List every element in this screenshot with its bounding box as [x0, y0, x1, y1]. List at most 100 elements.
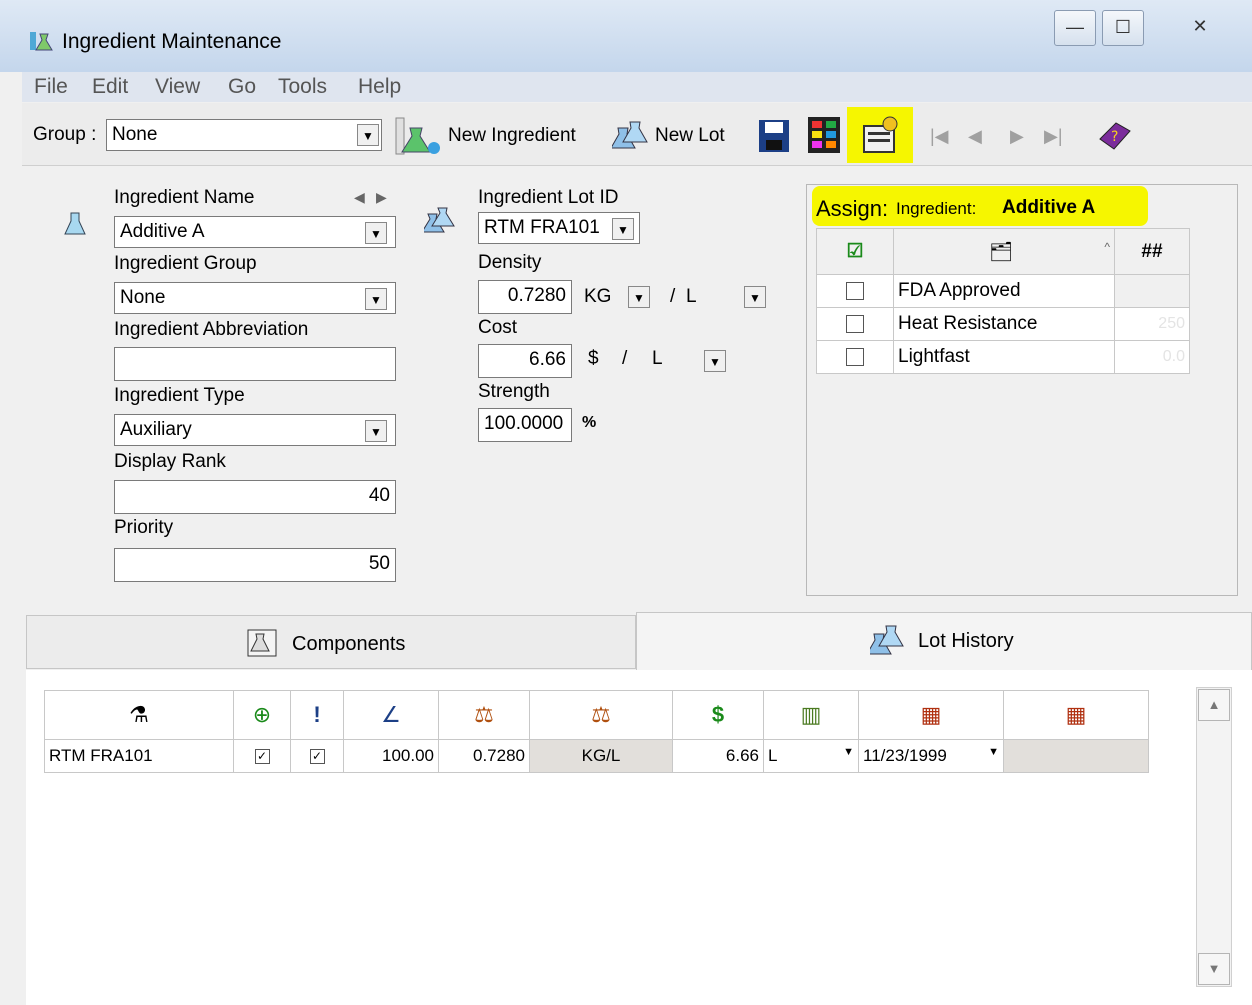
cost-slash: /	[622, 348, 628, 369]
group-select[interactable]: None	[106, 119, 382, 151]
property-column-header[interactable]: 🗂 ^	[893, 228, 1115, 275]
chevron-down-icon[interactable]: ▼	[744, 286, 766, 308]
density-input[interactable]: 0.7280	[478, 280, 572, 314]
strength-header[interactable]: ∠	[343, 690, 439, 740]
scroll-up-button[interactable]: ▲	[1198, 689, 1230, 721]
property-name: Lightfast	[893, 340, 1115, 374]
priority-label: Priority	[114, 517, 174, 538]
ingredient-name-select[interactable]: Additive A	[114, 216, 396, 248]
assign-properties-icon[interactable]	[862, 116, 898, 154]
date-cell[interactable]: 11/23/1999 ▼	[858, 739, 1004, 773]
sort-up-icon: ^	[1104, 239, 1110, 254]
priority-input[interactable]: 50	[114, 548, 396, 582]
cost-unit-cell[interactable]: L ▼	[763, 739, 859, 773]
menu-tools[interactable]: Tools	[278, 75, 327, 99]
strength-input[interactable]: 100.0000	[478, 408, 572, 442]
window-title: Ingredient Maintenance	[62, 30, 282, 53]
display-rank-label: Display Rank	[114, 451, 226, 472]
save-icon[interactable]	[756, 117, 792, 155]
density-unit-header[interactable]: ⚖	[529, 690, 673, 740]
display-rank-input[interactable]: 40	[114, 480, 396, 514]
cost-header[interactable]: $	[672, 690, 764, 740]
minimize-button[interactable]: —	[1054, 10, 1096, 46]
date-value: 11/23/1999	[863, 746, 947, 765]
active-header[interactable]: ⊕	[233, 690, 291, 740]
ingredient-abbreviation-input[interactable]	[114, 347, 396, 381]
strength-cell[interactable]: 100.00	[343, 739, 439, 773]
cost-per-unit: L	[652, 348, 663, 369]
lot-id-cell[interactable]: RTM FRA101	[44, 739, 234, 773]
close-button[interactable]: ✕	[1160, 10, 1240, 44]
menu-edit[interactable]: Edit	[92, 75, 128, 99]
prev-ingredient-icon[interactable]: ◀	[354, 189, 365, 206]
new-ingredient-button[interactable]: New Ingredient	[448, 125, 576, 147]
first-record-icon[interactable]: |◀	[930, 126, 949, 147]
lot-icon: ⚗	[129, 702, 149, 727]
menu-view[interactable]: View	[155, 75, 200, 99]
property-checkbox[interactable]	[816, 274, 894, 308]
density-slash: /	[670, 286, 676, 307]
menu-help[interactable]: Help	[358, 75, 401, 99]
calendar-icon: ▦	[1065, 702, 1087, 727]
date2-header[interactable]: ▦	[1003, 690, 1149, 740]
color-palette-icon[interactable]	[806, 115, 842, 155]
property-value[interactable]: 250	[1114, 307, 1190, 341]
chevron-down-icon[interactable]: ▼	[612, 218, 634, 240]
maximize-button[interactable]: ☐	[1102, 10, 1144, 46]
assign-table: ☑ 🗂 ^ ## FDA Approved Heat Resistance 250…	[816, 228, 1190, 374]
chevron-down-icon[interactable]: ▼	[365, 420, 387, 442]
group-label: Group :	[33, 124, 97, 145]
ingredient-group-select[interactable]: None	[114, 282, 396, 314]
chevron-down-icon[interactable]: ▼	[988, 746, 999, 758]
beaker-icon: ▥	[800, 702, 822, 727]
density-cell[interactable]: 0.7280	[438, 739, 530, 773]
menu-file[interactable]: File	[34, 75, 68, 99]
menu-go[interactable]: Go	[228, 75, 256, 99]
next-ingredient-icon[interactable]: ▶	[376, 189, 387, 206]
checkmark-icon: ☑	[846, 241, 864, 262]
strength-label: Strength	[478, 381, 550, 402]
property-value[interactable]: 0.0	[1114, 340, 1190, 374]
value-column-header[interactable]: ##	[1114, 228, 1190, 275]
chevron-down-icon[interactable]: ▼	[704, 350, 726, 372]
menu-bar	[22, 72, 1252, 102]
lot-id-header[interactable]: ⚗	[44, 690, 234, 740]
cost-unit-header[interactable]: ▥	[763, 690, 859, 740]
ingredient-group-label: Ingredient Group	[114, 253, 257, 274]
select-all-checkbox[interactable]: ☑	[816, 228, 894, 275]
chevron-down-icon[interactable]: ▼	[843, 746, 854, 758]
property-checkbox[interactable]	[816, 307, 894, 341]
density-header[interactable]: ⚖	[438, 690, 530, 740]
tab-lot-history-label: Lot History	[918, 630, 1014, 652]
exclamation-icon: !	[313, 702, 321, 727]
ingredient-type-select[interactable]: Auxiliary	[114, 414, 396, 446]
chevron-down-icon[interactable]: ▼	[628, 286, 650, 308]
new-ingredient-icon[interactable]	[392, 114, 444, 158]
prev-record-icon[interactable]: ◀	[968, 126, 982, 147]
active-checkbox[interactable]: ✓	[233, 739, 291, 773]
plus-circle-icon: ⊕	[252, 702, 272, 727]
next-record-icon[interactable]: ▶	[1010, 126, 1024, 147]
cost-input[interactable]: 6.66	[478, 344, 572, 378]
last-record-icon[interactable]: ▶|	[1044, 126, 1063, 147]
vertical-scrollbar[interactable]	[1196, 687, 1232, 987]
strength-unit: %	[582, 414, 597, 431]
new-lot-icon[interactable]	[610, 116, 652, 156]
chevron-down-icon[interactable]: ▼	[357, 124, 379, 146]
property-value[interactable]	[1114, 274, 1190, 308]
alert-header[interactable]: !	[290, 690, 344, 740]
components-icon	[246, 628, 282, 658]
ingredient-name-label: Ingredient Name	[114, 187, 255, 208]
help-book-icon[interactable]: ?	[1094, 117, 1134, 155]
cost-label: Cost	[478, 317, 518, 338]
property-checkbox[interactable]	[816, 340, 894, 374]
chevron-down-icon[interactable]: ▼	[365, 288, 387, 310]
assign-ingredient-name: Additive A	[1002, 197, 1096, 218]
date-header[interactable]: ▦	[858, 690, 1004, 740]
alert-checkbox[interactable]: ✓	[290, 739, 344, 773]
new-lot-button[interactable]: New Lot	[655, 125, 725, 147]
scroll-down-button[interactable]: ▼	[1198, 953, 1230, 985]
date2-cell[interactable]	[1003, 739, 1149, 773]
chevron-down-icon[interactable]: ▼	[365, 222, 387, 244]
cost-cell[interactable]: 6.66	[672, 739, 764, 773]
